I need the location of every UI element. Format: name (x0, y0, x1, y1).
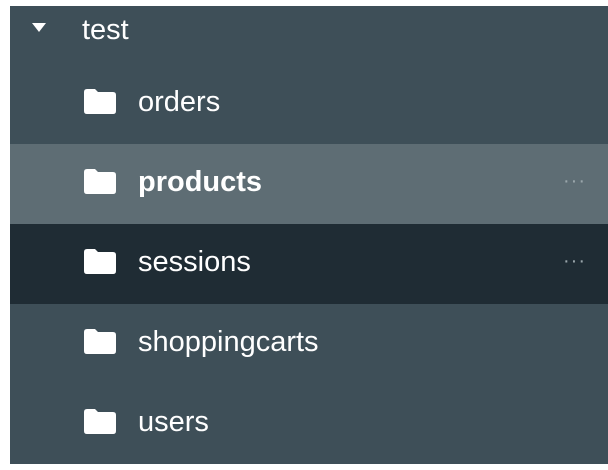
database-row-test[interactable]: test (10, 6, 608, 64)
folder-icon (84, 249, 116, 274)
more-options-icon[interactable]: ··· (563, 251, 586, 271)
collection-label: products (138, 166, 263, 198)
collection-item-shoppingcarts[interactable]: shoppingcarts (10, 304, 608, 384)
folder-icon (84, 329, 116, 354)
collection-item-sessions[interactable]: sessions ··· (10, 224, 608, 304)
folder-icon (84, 89, 116, 114)
folder-icon (84, 169, 116, 194)
caret-down-icon[interactable] (32, 23, 46, 32)
collection-tree: test orders products ··· sessions ··· sh… (10, 6, 608, 464)
more-options-icon[interactable]: ··· (563, 171, 586, 191)
collection-label: orders (138, 86, 221, 118)
collection-item-users[interactable]: users (10, 384, 608, 464)
folder-icon (84, 409, 116, 434)
collection-label: sessions (138, 246, 251, 278)
collection-item-products[interactable]: products ··· (10, 144, 608, 224)
database-label: test (82, 14, 129, 46)
collection-item-orders[interactable]: orders (10, 64, 608, 144)
collection-label: shoppingcarts (138, 326, 319, 358)
collection-label: users (138, 406, 209, 438)
